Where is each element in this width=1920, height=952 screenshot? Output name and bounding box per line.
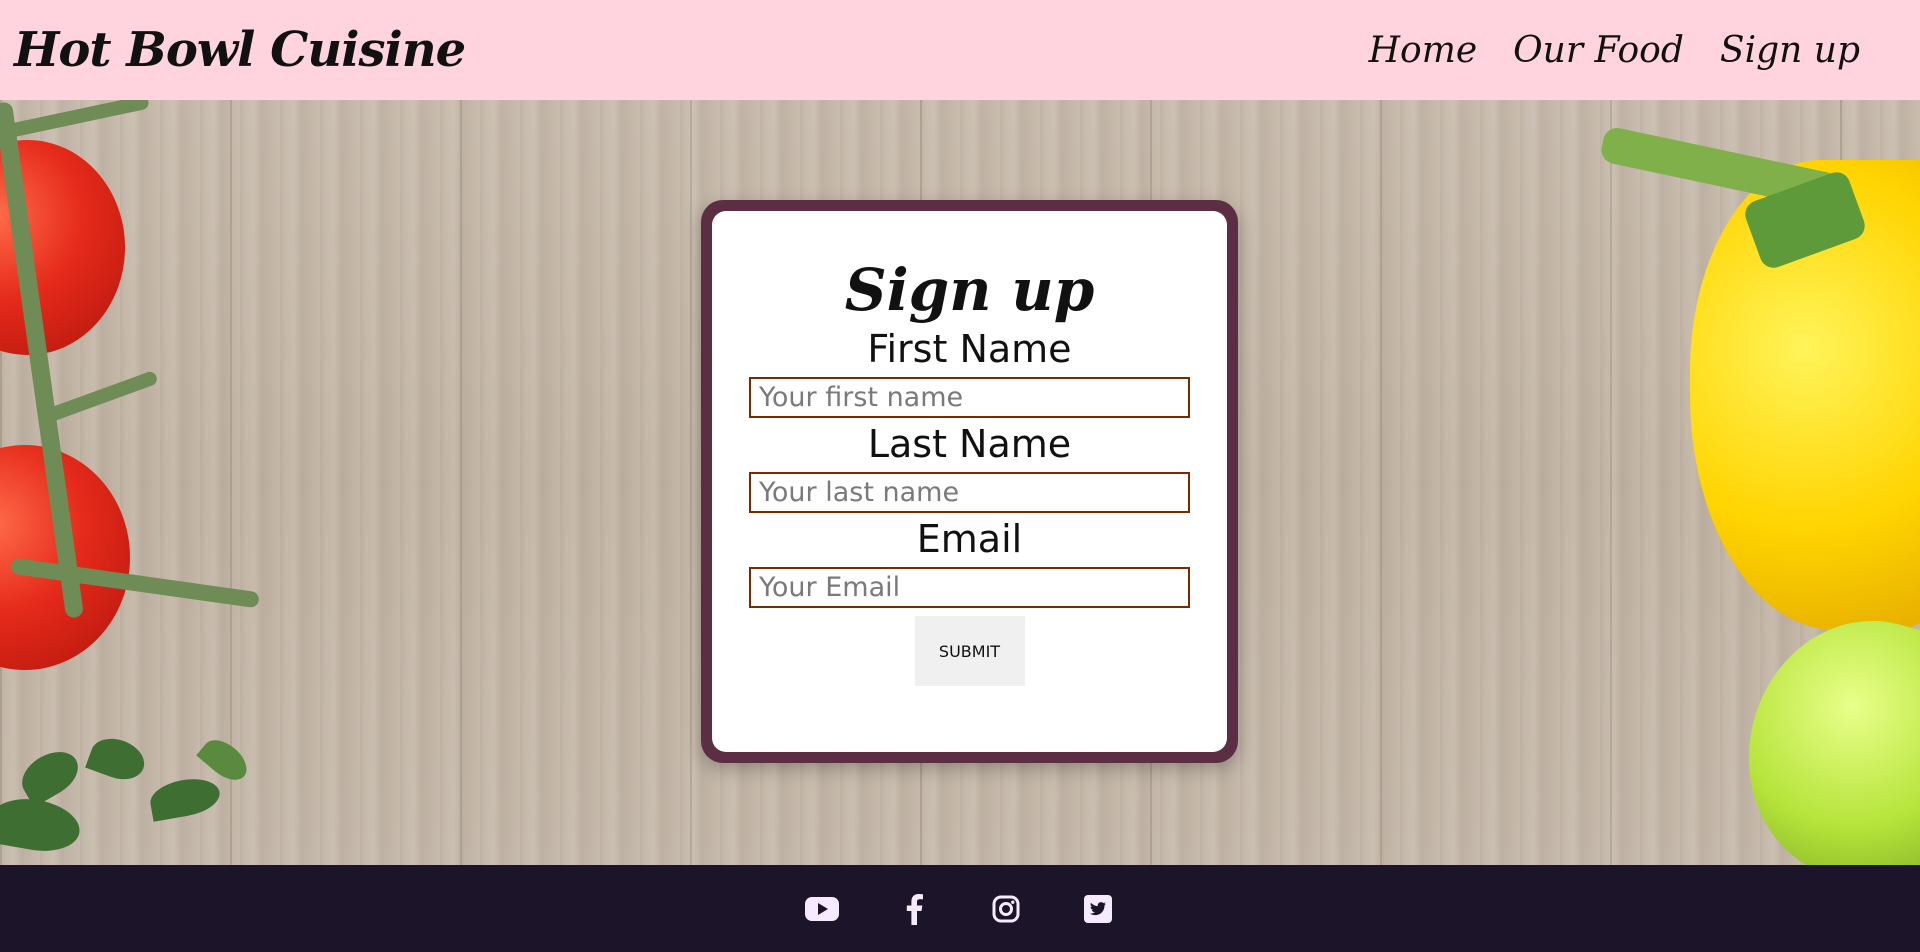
herb-decoration [147,774,223,822]
herb-decoration [14,742,86,808]
main-nav: Home Our Food Sign up [1369,30,1860,71]
green-pepper-decoration [1720,594,1920,865]
signup-form: Sign up First Name Last Name Email SUBMI… [712,211,1227,752]
instagram-icon[interactable] [985,888,1027,930]
herb-decoration [85,731,150,787]
form-title: Sign up [844,256,1095,324]
nav-our-food-link[interactable]: Our Food [1513,30,1684,71]
site-header: Hot Bowl Cuisine Home Our Food Sign up [0,0,1920,100]
email-label: Email [916,517,1023,561]
site-footer [0,865,1920,952]
herb-decoration [196,732,254,788]
vine-decoration [41,369,159,425]
vine-decoration [0,100,150,140]
nav-sign-up-link[interactable]: Sign up [1720,30,1860,71]
email-input[interactable] [749,567,1190,608]
first-name-label: First Name [867,327,1072,371]
brand-logo[interactable]: Hot Bowl Cuisine [14,22,466,78]
youtube-icon[interactable] [801,888,843,930]
twitter-icon[interactable] [1077,888,1119,930]
last-name-label: Last Name [867,422,1072,466]
submit-button[interactable]: SUBMIT [914,616,1025,686]
first-name-input[interactable] [749,377,1190,418]
nav-home-link[interactable]: Home [1369,30,1478,71]
signup-card: Sign up First Name Last Name Email SUBMI… [701,200,1238,763]
facebook-icon[interactable] [893,888,935,930]
last-name-input[interactable] [749,472,1190,513]
herb-decoration [0,792,84,858]
